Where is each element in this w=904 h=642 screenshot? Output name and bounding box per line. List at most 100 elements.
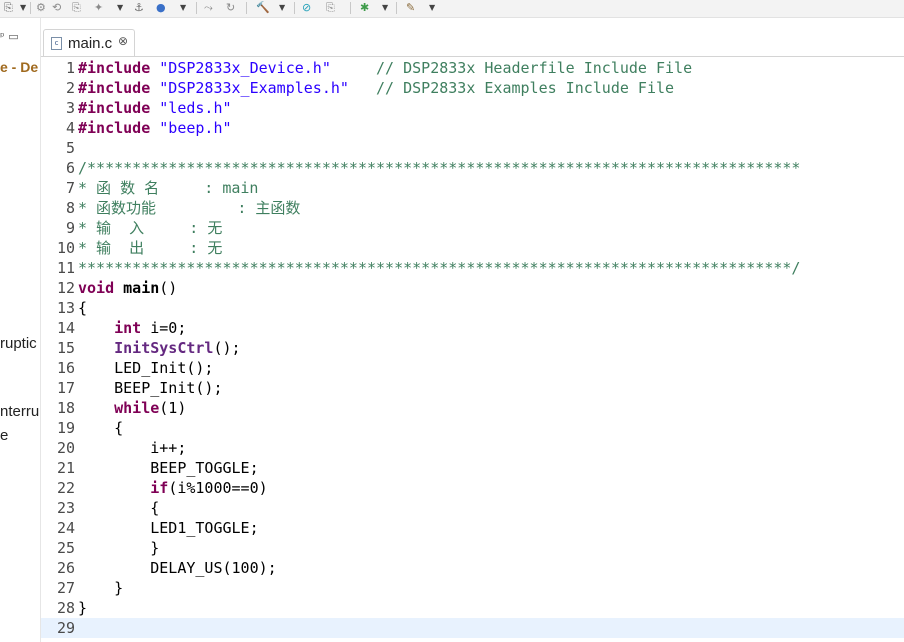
wand-icon[interactable]: ✎ bbox=[406, 1, 415, 15]
build-icon[interactable]: ⚓ bbox=[134, 1, 144, 15]
code-line[interactable]: 4 #include "beep.h" bbox=[41, 118, 904, 138]
editor-tab-bar: c main.c ⊗ bbox=[41, 18, 904, 57]
chevron-down-icon[interactable]: ▼ bbox=[117, 1, 123, 15]
code-line[interactable]: 29 bbox=[41, 618, 904, 638]
line-number: 28 bbox=[56, 599, 75, 617]
code-line[interactable]: 14 int i=0; bbox=[41, 318, 904, 338]
memory-icon[interactable]: ⎘ bbox=[72, 1, 81, 15]
tree-item[interactable]: nterru bbox=[0, 403, 39, 420]
chevron-down-icon[interactable]: ▼ bbox=[180, 1, 186, 15]
open-file-icon[interactable]: ⎘ bbox=[326, 1, 335, 15]
toolbar-separator bbox=[246, 2, 247, 14]
code-token: main bbox=[123, 279, 160, 297]
code-line[interactable]: 2 #include "DSP2833x_Examples.h" // DSP28… bbox=[41, 78, 904, 98]
code-line[interactable]: 26 DELAY_US(100); bbox=[41, 558, 904, 578]
line-number: 14 bbox=[56, 319, 75, 337]
code-line[interactable]: 15 InitSysCtrl(); bbox=[41, 338, 904, 358]
flash-icon[interactable]: ✦ bbox=[94, 1, 103, 15]
code-line[interactable]: 6/**************************************… bbox=[41, 158, 904, 178]
line-number: 26 bbox=[56, 559, 75, 577]
code-text: InitSysCtrl(); bbox=[78, 338, 240, 358]
code-line[interactable]: 28} bbox=[41, 598, 904, 618]
chevron-down-icon[interactable]: ▼ bbox=[429, 1, 435, 15]
code-line[interactable]: 16 LED_Init(); bbox=[41, 358, 904, 378]
code-line[interactable]: 23 { bbox=[41, 498, 904, 518]
code-token: #include bbox=[78, 79, 151, 97]
line-number: 7 bbox=[65, 179, 75, 197]
code-token: void bbox=[78, 279, 115, 297]
code-line[interactable]: 7 * 函 数 名 : main bbox=[41, 178, 904, 198]
code-token: } bbox=[78, 599, 88, 617]
code-token: while bbox=[114, 399, 160, 417]
line-number: 23 bbox=[56, 499, 75, 517]
code-line[interactable]: 13{ bbox=[41, 298, 904, 318]
tree-item[interactable]: ruptic bbox=[0, 335, 37, 352]
line-number: 17 bbox=[56, 379, 75, 397]
load-program-icon[interactable]: ⚙ bbox=[36, 1, 46, 15]
code-line[interactable]: 3 #include "leds.h" bbox=[41, 98, 904, 118]
chevron-down-icon[interactable]: ▼ bbox=[279, 1, 285, 15]
code-line[interactable]: 10 * 输 出 : 无 bbox=[41, 238, 904, 258]
code-line[interactable]: 8 * 函数功能 : 主函数 bbox=[41, 198, 904, 218]
code-token: BEEP_Init(); bbox=[78, 379, 223, 397]
code-line[interactable]: 12 void main() bbox=[41, 278, 904, 298]
toolbar-separator bbox=[196, 2, 197, 14]
refresh-icon[interactable]: ↻ bbox=[226, 1, 235, 15]
code-line[interactable]: 20 i++; bbox=[41, 438, 904, 458]
chevron-down-icon[interactable]: ▼ bbox=[20, 1, 26, 15]
code-token: "beep.h" bbox=[159, 119, 232, 137]
code-line[interactable]: 19 { bbox=[41, 418, 904, 438]
code-line[interactable]: 24 LED1_TOGGLE; bbox=[41, 518, 904, 538]
code-token: #include bbox=[78, 59, 151, 77]
chevron-down-icon[interactable]: ▼ bbox=[382, 1, 388, 15]
code-line[interactable]: 1 #include "DSP2833x_Device.h" // DSP2833… bbox=[41, 58, 904, 78]
code-text: int i=0; bbox=[78, 318, 186, 338]
line-number: 25 bbox=[56, 539, 75, 557]
code-text: /***************************************… bbox=[78, 158, 800, 178]
view-menu-icon[interactable]: ᵖ ▭ bbox=[0, 30, 19, 43]
code-line[interactable]: 21 BEEP_TOGGLE; bbox=[41, 458, 904, 478]
link-icon[interactable]: ⊘ bbox=[302, 1, 311, 15]
code-line[interactable]: 18 while(1) bbox=[41, 398, 904, 418]
settings-icon[interactable]: ✱ bbox=[360, 1, 369, 15]
code-line[interactable]: 5 bbox=[41, 138, 904, 158]
close-icon[interactable]: ⊗ bbox=[118, 34, 128, 48]
line-number: 20 bbox=[56, 439, 75, 457]
line-number: 24 bbox=[56, 519, 75, 537]
line-number: 10 bbox=[56, 239, 75, 257]
code-line[interactable]: 11 **************************************… bbox=[41, 258, 904, 278]
code-token: "leds.h" bbox=[159, 99, 232, 117]
code-text: { bbox=[78, 418, 123, 438]
restart-icon[interactable]: ⟲ bbox=[52, 1, 61, 15]
code-text: i++; bbox=[78, 438, 186, 458]
tab-main-c[interactable]: c main.c ⊗ bbox=[43, 29, 135, 57]
line-number: 21 bbox=[56, 459, 75, 477]
line-number: 1 bbox=[65, 59, 75, 77]
debug-icon[interactable]: ⎘ bbox=[4, 1, 13, 15]
code-text: LED_Init(); bbox=[78, 358, 213, 378]
code-line[interactable]: 9 * 输 入 : 无 bbox=[41, 218, 904, 238]
tree-item[interactable]: e bbox=[0, 427, 8, 444]
code-token: * 输 出 : 无 bbox=[78, 239, 223, 257]
code-editor[interactable]: 1 #include "DSP2833x_Device.h" // DSP2833… bbox=[41, 57, 904, 642]
code-text: LED1_TOGGLE; bbox=[78, 518, 258, 538]
run-icon[interactable]: ● bbox=[156, 1, 166, 15]
code-line[interactable]: 22 if(i%1000==0) bbox=[41, 478, 904, 498]
code-token: } bbox=[78, 539, 160, 557]
code-line[interactable]: 27 } bbox=[41, 578, 904, 598]
step-icon[interactable]: ⤳ bbox=[204, 1, 213, 15]
line-number: 9 bbox=[65, 219, 75, 237]
code-line[interactable]: 25 } bbox=[41, 538, 904, 558]
code-token: (1) bbox=[159, 399, 187, 417]
code-text: * 输 入 : 无 bbox=[78, 218, 222, 238]
code-text: #include "leds.h" bbox=[78, 98, 232, 118]
code-token: LED_Init(); bbox=[78, 359, 214, 377]
toolbar-separator bbox=[294, 2, 295, 14]
toolbar-separator bbox=[396, 2, 397, 14]
external-tools-icon[interactable]: 🔨 bbox=[256, 1, 270, 15]
code-line[interactable]: 17 BEEP_Init(); bbox=[41, 378, 904, 398]
